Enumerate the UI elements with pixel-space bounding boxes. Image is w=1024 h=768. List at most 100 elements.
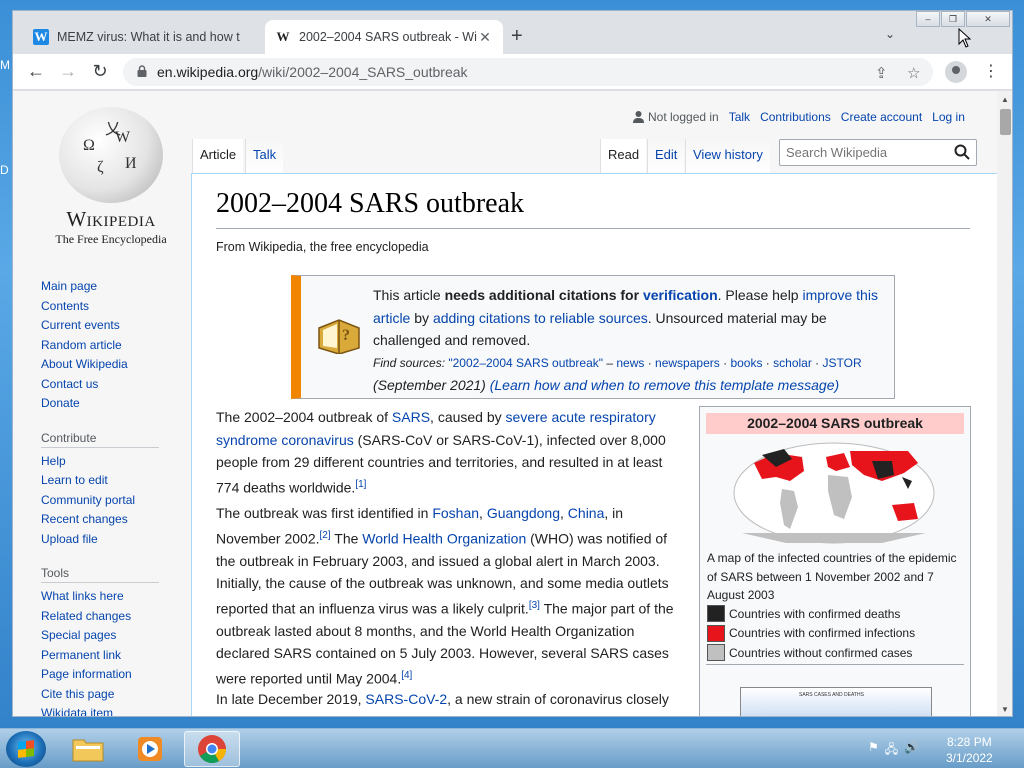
explorer-taskbar-button[interactable] <box>60 731 116 767</box>
sidebar-item-main-page[interactable]: Main page <box>41 277 191 297</box>
text: The outbreak was first identified in <box>216 505 433 521</box>
tab-edit[interactable]: Edit <box>647 139 685 173</box>
who-link[interactable]: World Health Organization <box>362 530 526 546</box>
source-link-news[interactable]: news <box>616 356 644 370</box>
address-bar[interactable]: en.wikipedia.org/wiki/2002–2004_SARS_out… <box>123 58 933 86</box>
guangdong-link[interactable]: Guangdong <box>487 505 560 521</box>
volume-icon[interactable]: 🔊 <box>904 740 919 761</box>
profile-avatar-icon[interactable] <box>945 61 967 83</box>
kebab-menu-icon[interactable]: ⋮ <box>983 61 999 81</box>
close-window-button[interactable]: ✕ <box>966 11 1010 27</box>
reference-1-link[interactable]: [1] <box>355 479 366 490</box>
contributions-link[interactable]: Contributions <box>760 110 831 124</box>
tab-sars[interactable]: W 2002–2004 SARS outbreak - Wiki ✕ <box>265 20 503 54</box>
talk-link[interactable]: Talk <box>729 110 750 124</box>
svg-text:?: ? <box>342 327 350 344</box>
world-map-image[interactable] <box>732 441 936 545</box>
source-link-scholar[interactable]: scholar <box>773 356 812 370</box>
reload-icon[interactable]: ↻ <box>89 61 111 82</box>
log-in-link[interactable]: Log in <box>932 110 965 124</box>
contribute-list: Help Learn to edit Community portal Recent … <box>41 452 191 550</box>
search-input[interactable] <box>780 140 940 165</box>
tab-talk[interactable]: Talk <box>245 139 284 173</box>
cases-chart-thumbnail[interactable]: SARS CASES AND DEATHS <box>740 687 932 716</box>
search-icon[interactable] <box>954 144 970 160</box>
sidebar-item-contents[interactable]: Contents <box>41 297 191 317</box>
sidebar-item-page-information[interactable]: Page information <box>41 665 191 685</box>
tab-read[interactable]: Read <box>600 139 647 173</box>
clock[interactable]: 8:28 PM 3/1/2022 <box>946 734 993 766</box>
infobox: 2002–2004 SARS outbreak A map of the inf… <box>699 406 971 716</box>
text: The 2002–2004 outbreak of <box>216 409 392 425</box>
back-arrow-icon[interactable]: ← <box>25 61 47 82</box>
minimize-button[interactable]: – <box>916 11 940 27</box>
find-sources-label: Find sources: <box>373 355 446 370</box>
sidebar-item-learn-to-edit[interactable]: Learn to edit <box>41 471 191 491</box>
sidebar-item-permanent-link[interactable]: Permanent link <box>41 646 191 666</box>
sidebar-item-upload-file[interactable]: Upload file <box>41 530 191 550</box>
reference-3-link[interactable]: [3] <box>529 600 540 611</box>
sars-link[interactable]: SARS <box>392 409 430 425</box>
page-title: 2002–2004 SARS outbreak <box>216 188 524 219</box>
scroll-up-arrow-icon[interactable]: ▲ <box>1001 95 1009 104</box>
desktop-icon-label: D <box>0 163 9 177</box>
close-tab-icon[interactable]: ✕ <box>477 29 493 46</box>
forward-arrow-icon[interactable]: → <box>57 61 79 82</box>
china-link[interactable]: China <box>568 505 605 521</box>
query-link[interactable]: "2002–2004 SARS outbreak" <box>448 356 603 370</box>
new-tab-button[interactable]: + <box>511 25 523 48</box>
learn-remove-link[interactable]: (Learn how and when to remove this templ… <box>490 377 839 393</box>
source-link-jstor[interactable]: JSTOR <box>823 356 862 370</box>
sidebar-item-cite-this-page[interactable]: Cite this page <box>41 685 191 705</box>
legend-item: Countries with confirmed deaths <box>707 604 967 623</box>
sidebar-item-community-portal[interactable]: Community portal <box>41 491 191 511</box>
tab-title: MEMZ virus: What it is and how t <box>57 30 240 44</box>
verification-link[interactable]: verification <box>643 287 718 303</box>
sidebar-item-wikidata-item[interactable]: Wikidata item <box>41 704 191 716</box>
sidebar-item-special-pages[interactable]: Special pages <box>41 626 191 646</box>
sidebar-item-related-changes[interactable]: Related changes <box>41 607 191 627</box>
text: The <box>330 530 363 547</box>
adding-citations-link[interactable]: adding citations to reliable sources <box>433 310 648 326</box>
flag-icon[interactable]: ⚑ <box>868 740 879 761</box>
reference-4-link[interactable]: [4] <box>401 670 412 681</box>
source-link-books[interactable]: books <box>730 356 762 370</box>
sidebar-item-help[interactable]: Help <box>41 452 191 472</box>
bookmark-star-icon[interactable]: ☆ <box>907 64 920 82</box>
sidebar-item-random-article[interactable]: Random article <box>41 336 191 356</box>
sidebar-item-what-links-here[interactable]: What links here <box>41 587 191 607</box>
tab-memz[interactable]: W MEMZ virus: What it is and how t <box>23 20 263 54</box>
network-icon[interactable]: 🖧 <box>885 740 898 761</box>
scroll-down-arrow-icon[interactable]: ▼ <box>1001 705 1009 714</box>
article-content: 2002–2004 SARS outbreak From Wikipedia, … <box>191 173 997 716</box>
scrollbar-thumb[interactable] <box>1000 109 1011 135</box>
chrome-taskbar-button[interactable] <box>184 731 240 767</box>
source-link-newspapers[interactable]: newspapers <box>655 356 720 370</box>
notice-text: This article <box>373 287 445 303</box>
legend-item: Countries without confirmed cases <box>707 643 967 662</box>
sidebar-item-about-wikipedia[interactable]: About Wikipedia <box>41 355 191 375</box>
text: , <box>560 505 568 521</box>
sources-list: news · newspapers · books · scholar · JS… <box>616 356 861 370</box>
page-scrollbar[interactable]: ▲ ▼ <box>997 91 1012 716</box>
reference-2-link[interactable]: [2] <box>320 530 331 541</box>
media-player-taskbar-button[interactable] <box>122 731 178 767</box>
sidebar-item-current-events[interactable]: Current events <box>41 316 191 336</box>
tab-view-history[interactable]: View history <box>685 139 770 173</box>
share-icon[interactable]: ⇪ <box>875 64 888 82</box>
sidebar-item-contact-us[interactable]: Contact us <box>41 375 191 395</box>
sidebar-item-donate[interactable]: Donate <box>41 394 191 414</box>
url-host: en.wikipedia.org <box>157 64 259 80</box>
start-button-icon[interactable] <box>6 731 46 767</box>
system-tray: ⚑ 🖧 🔊 <box>868 740 919 761</box>
tab-article[interactable]: Article <box>192 139 244 173</box>
not-logged-in-text: Not logged in <box>648 110 719 124</box>
clock-time: 8:28 PM <box>947 735 992 749</box>
create-account-link[interactable]: Create account <box>841 110 922 124</box>
restore-button[interactable]: ❐ <box>941 11 965 27</box>
sidebar-item-recent-changes[interactable]: Recent changes <box>41 510 191 530</box>
tab-search-chevron-icon[interactable]: ⌄ <box>885 27 895 41</box>
wikipedia-logo[interactable]: ΩWζИ乂 Wikipedia The Free Encyclopedia <box>41 107 181 247</box>
sars-cov-2-link[interactable]: SARS-CoV-2 <box>365 691 447 707</box>
foshan-link[interactable]: Foshan <box>432 505 479 521</box>
